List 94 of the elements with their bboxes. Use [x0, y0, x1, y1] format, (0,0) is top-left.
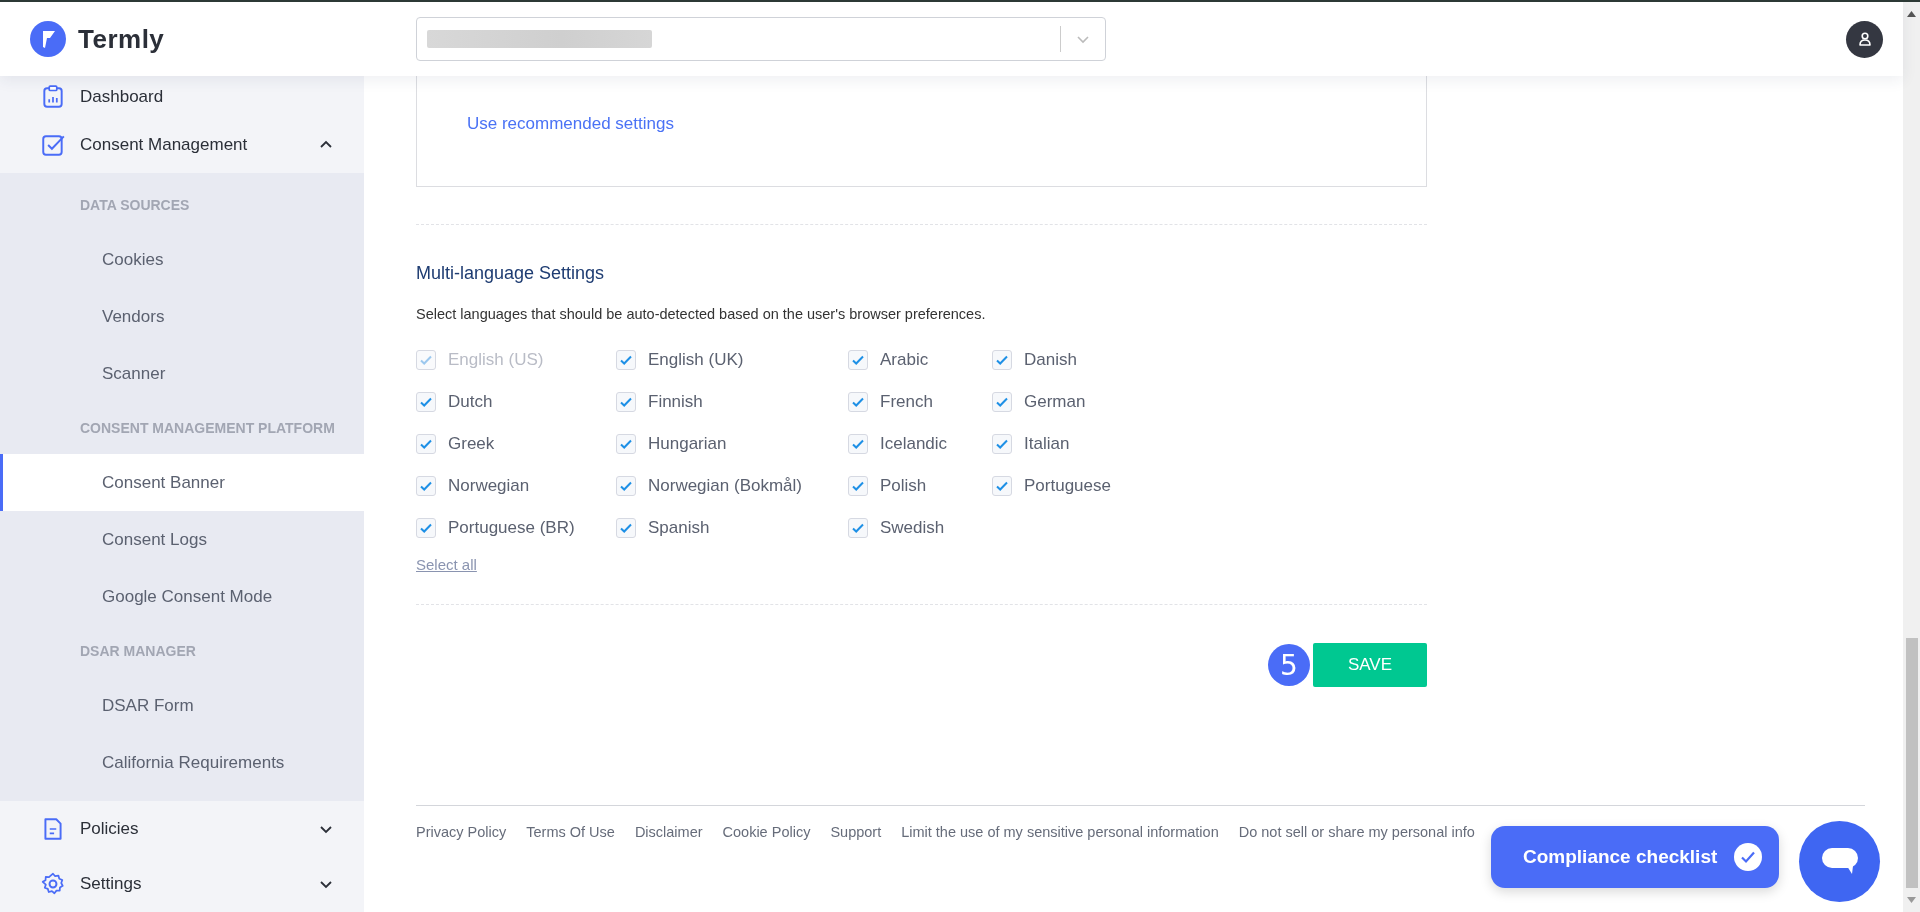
checkbox[interactable]	[416, 434, 436, 454]
checkmark-icon	[851, 395, 865, 409]
checkbox[interactable]	[992, 392, 1012, 412]
checkbox[interactable]	[848, 434, 868, 454]
checkmark-icon	[995, 479, 1009, 493]
select-all-link[interactable]: Select all	[416, 556, 477, 573]
checkbox[interactable]	[992, 434, 1012, 454]
submenu-item[interactable]: Consent Banner	[0, 454, 364, 512]
footer-link[interactable]: Cookie Policy	[722, 824, 811, 840]
scroll-down-icon[interactable]	[1907, 897, 1916, 903]
language-label: Hungarian	[648, 434, 727, 454]
footer-link[interactable]: Disclaimer	[634, 824, 703, 840]
checkmark-icon	[995, 353, 1009, 367]
checkbox[interactable]	[416, 392, 436, 412]
language-label: Polish	[880, 476, 927, 496]
language-label: Portuguese	[1024, 476, 1111, 496]
submenu-item[interactable]: Google Consent Mode	[0, 568, 364, 626]
user-avatar[interactable]	[1846, 20, 1883, 58]
footer-link[interactable]: Privacy Policy	[416, 824, 507, 840]
checkmark-icon	[851, 479, 865, 493]
scrollbar-thumb[interactable]	[1905, 638, 1918, 888]
scroll-up-icon[interactable]	[1907, 11, 1916, 17]
checkmark-icon	[619, 521, 633, 535]
submenu-item[interactable]: DSAR Form	[0, 677, 364, 735]
checkbox[interactable]	[616, 518, 636, 538]
footer-link[interactable]: Do not sell or share my personal info	[1238, 824, 1475, 840]
checkmark-icon	[419, 353, 433, 367]
scrollbar[interactable]	[1903, 2, 1920, 912]
checkbox[interactable]	[416, 476, 436, 496]
checkmark-icon	[419, 521, 433, 535]
checkmark-icon	[619, 395, 633, 409]
check-circle-icon	[1733, 842, 1764, 872]
sidebar-item[interactable]: Settings	[0, 856, 364, 912]
language-label: Arabic	[880, 350, 929, 370]
language-label: English (US)	[448, 350, 544, 370]
checkmark-icon	[419, 479, 433, 493]
logo-icon	[30, 21, 66, 57]
submenu-item[interactable]: Scanner	[0, 345, 364, 403]
section-heading: CONSENT MANAGEMENT PLATFORM	[79, 419, 336, 439]
sidebar-item[interactable]: Policies	[0, 801, 364, 857]
language-label: English (UK)	[648, 350, 744, 370]
footer-link[interactable]: Limit the use of my sensitive personal information	[901, 824, 1219, 840]
checkmark-icon	[619, 479, 633, 493]
section-title: Multi-language Settings	[416, 263, 606, 284]
sidebar-item[interactable]: Dashboard	[0, 76, 364, 118]
language-label: Swedish	[880, 518, 945, 538]
language-label: Danish	[1024, 350, 1077, 370]
checkbox-icon	[40, 132, 66, 159]
language-label: Greek	[448, 434, 495, 454]
logo-text: Termly	[78, 23, 165, 55]
checkbox[interactable]	[992, 476, 1012, 496]
checkmark-icon	[851, 521, 865, 535]
checkbox[interactable]	[616, 476, 636, 496]
checkbox[interactable]	[992, 350, 1012, 370]
checkbox[interactable]	[848, 518, 868, 538]
step-badge: 5	[1268, 644, 1310, 686]
checkbox[interactable]	[848, 476, 868, 496]
checkmark-icon	[851, 353, 865, 367]
language-label: French	[880, 392, 933, 412]
checkbox[interactable]	[848, 350, 868, 370]
submenu-item[interactable]: Cookies	[0, 231, 364, 289]
checkmark-icon	[995, 395, 1009, 409]
footer-link[interactable]: Terms Of Use	[526, 824, 615, 840]
language-label: Spanish	[648, 518, 710, 538]
compliance-checklist-button[interactable]: Compliance checklist	[1491, 826, 1780, 888]
checkbox[interactable]	[848, 392, 868, 412]
checkmark-icon	[851, 437, 865, 451]
clipboard-chart-icon	[40, 83, 66, 110]
language-label: German	[1024, 392, 1086, 412]
checkbox[interactable]	[616, 434, 636, 454]
checkmark-icon	[619, 353, 633, 367]
checkmark-icon	[619, 437, 633, 451]
recommended-settings-link[interactable]: Use recommended settings	[467, 114, 674, 133]
language-label: Italian	[1024, 434, 1070, 454]
submenu-item[interactable]: Consent Logs	[0, 511, 364, 569]
language-label: Portuguese (BR)	[448, 518, 575, 538]
checkmark-icon	[419, 395, 433, 409]
submenu-item[interactable]: California Requirements	[0, 734, 364, 792]
sidebar-item[interactable]: Consent Management	[0, 117, 364, 174]
language-label: Norwegian	[448, 476, 530, 496]
checkmark-icon	[419, 437, 433, 451]
section-heading: DSAR MANAGER	[79, 642, 197, 662]
checkmark-icon	[995, 437, 1009, 451]
language-label: Finnish	[648, 392, 703, 412]
language-label: Dutch	[448, 392, 493, 412]
checkbox[interactable]	[616, 350, 636, 370]
checkbox[interactable]	[616, 392, 636, 412]
description: Select languages that should be auto-detected based on the user's browser preferences.	[416, 306, 987, 322]
footer-link[interactable]: Support	[830, 824, 882, 840]
checkbox[interactable]	[416, 518, 436, 538]
language-label: Icelandic	[880, 434, 948, 454]
language-label: Norwegian (Bokmål)	[648, 476, 802, 496]
section-heading: DATA SOURCES	[79, 196, 191, 216]
submenu-item[interactable]: Vendors	[0, 288, 364, 346]
